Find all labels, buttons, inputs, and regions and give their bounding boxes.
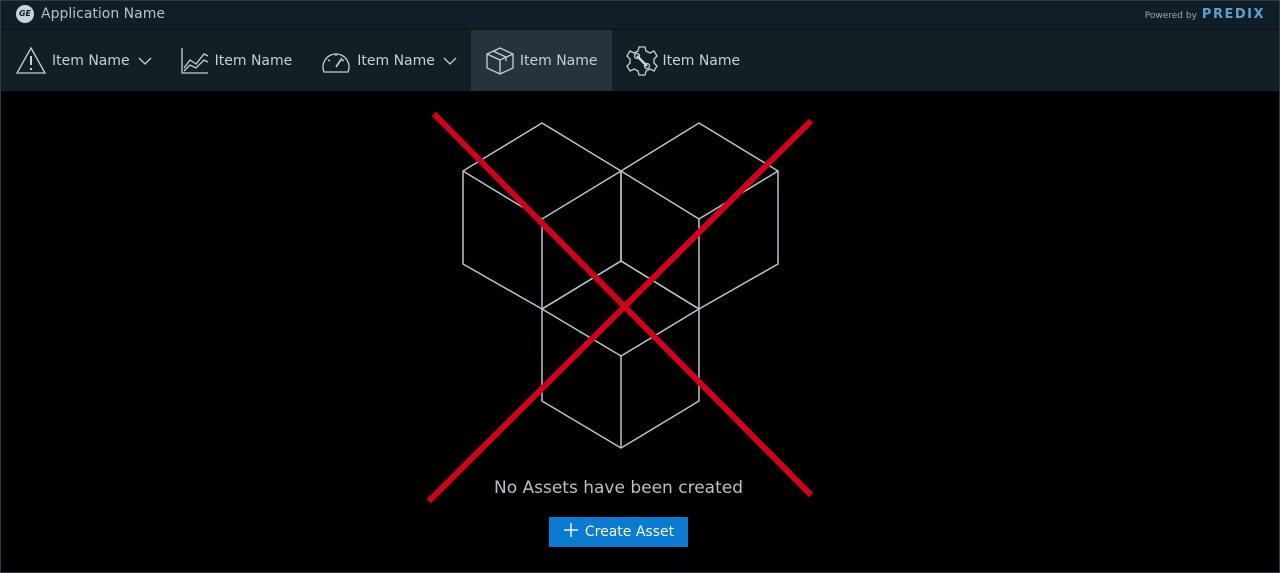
title-bar: GE Application Name Powered by PREDIX [1,1,1279,30]
chevron-down-icon [443,56,457,66]
create-asset-label: Create Asset [584,524,675,540]
powered-by: Powered by PREDIX [1145,7,1265,22]
nav-item-label: Item Name [52,52,130,69]
nav-item-1[interactable]: Item Name [1,30,166,91]
main-nav: Item Name Item Name Item Name Item Name … [1,30,1279,91]
chevron-down-icon [138,56,152,66]
nav-item-label: Item Name [214,52,293,69]
plus-icon [563,522,579,542]
box-icon [485,46,515,76]
nav-item-label: Item Name [662,52,741,69]
line-chart-icon [180,46,210,76]
nav-item-5[interactable]: Item Name [612,30,755,91]
nav-item-4[interactable]: Item Name [470,30,612,91]
empty-state-message: No Assets have been created [493,478,743,498]
nav-item-label: Item Name [519,52,598,69]
app-name: Application Name [41,6,165,22]
ge-logo: GE [16,5,34,23]
app-window: GE Application Name Powered by PREDIX It… [0,0,1280,573]
nav-item-2[interactable]: Item Name [166,30,307,91]
gauge-icon [320,46,352,76]
alert-triangle-icon [15,46,47,76]
gear-wrench-icon [625,45,658,77]
powered-by-label: Powered by [1144,11,1197,21]
create-asset-button[interactable]: Create Asset [549,517,688,547]
nav-item-3[interactable]: Item Name [306,30,471,91]
nav-item-label: Item Name [357,52,435,69]
red-x-icon [426,111,814,504]
predix-brand: PREDIX [1201,7,1265,22]
